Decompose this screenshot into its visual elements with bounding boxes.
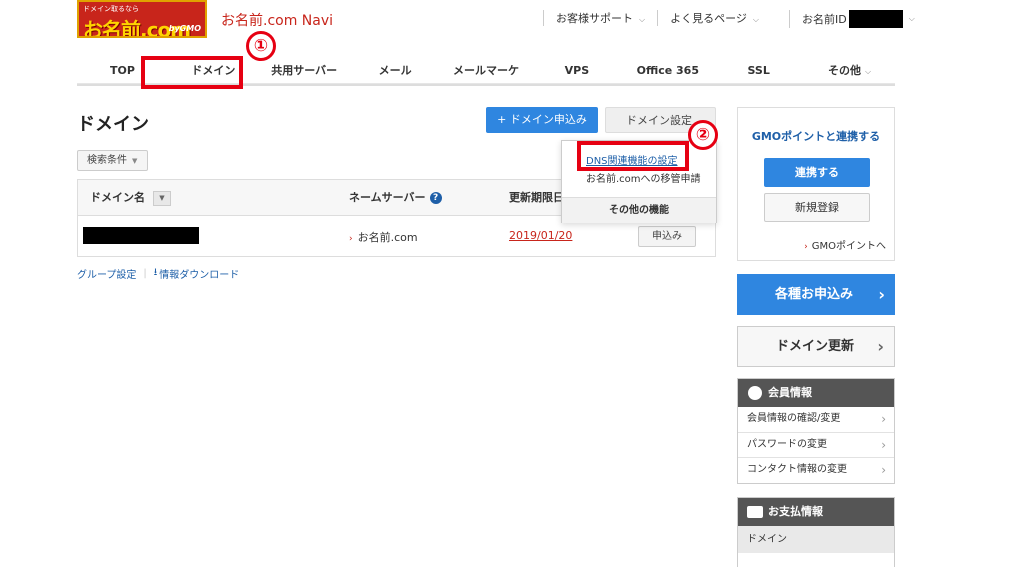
payment-domain-section[interactable]: ドメイン [738, 526, 894, 553]
chevron-right-icon: › [878, 285, 885, 304]
member-info-edit-link[interactable]: 会員情報の確認/変更 › [738, 407, 894, 432]
redacted-user-id [848, 10, 903, 28]
nav-shared-server[interactable]: 共用サーバー [258, 60, 350, 84]
domain-renew-button[interactable]: ドメイン更新 › [737, 326, 895, 367]
new-register-button[interactable]: 新規登録 [764, 193, 870, 222]
nameserver-link[interactable]: › お名前.com [349, 229, 418, 245]
chevron-down-icon: ⌵ [752, 15, 759, 24]
sort-dropdown-icon[interactable]: ▼ [153, 190, 171, 206]
help-icon[interactable]: ? [429, 192, 442, 204]
site-logo[interactable]: ドメイン取るなら お名前.com byGMO [77, 0, 207, 38]
user-icon [748, 386, 762, 400]
support-link[interactable]: お客様サポート ⌵ [543, 10, 657, 26]
nav-vps[interactable]: VPS [531, 60, 623, 84]
chevron-right-icon: › [877, 337, 884, 356]
nav-mail-marketing[interactable]: メールマーケ [440, 60, 532, 84]
member-info-header: 会員情報 [738, 379, 894, 407]
password-change-link[interactable]: パスワードの変更 › [738, 432, 894, 457]
other-functions-menu-item[interactable]: その他の機能 [562, 197, 716, 223]
nav-mail[interactable]: メール [349, 60, 441, 84]
payment-info-header: お支払情報 [738, 498, 894, 526]
chevron-right-icon: › [804, 242, 808, 252]
highlight-box-dns-settings [577, 141, 689, 171]
download-info-link[interactable]: 情報ダウンロード [159, 266, 239, 281]
col-nameserver-header: ネームサーバー? [349, 180, 442, 216]
download-icon: ⭳ [153, 267, 158, 278]
col-expiry-header: 更新期限日 [509, 191, 564, 204]
gmo-points-link[interactable]: › GMOポイントへ [804, 237, 886, 252]
payment-info-panel: お支払情報 ドメイン [737, 497, 895, 567]
redacted-domain-name [83, 227, 199, 244]
gmo-points-title: GMOポイントと連携する [751, 130, 881, 143]
chevron-down-icon: ⌵ [865, 67, 872, 76]
credit-card-icon [747, 506, 763, 518]
nav-ssl[interactable]: SSL [713, 60, 805, 84]
logo-gmo: byGMO [168, 24, 201, 33]
chevron-right-icon: › [349, 234, 353, 244]
nav-office365[interactable]: Office 365 [622, 60, 714, 84]
chevron-down-icon: ⌵ [639, 15, 646, 24]
step-marker-1: ① [246, 31, 276, 61]
table-footer-links: グループ設定 | ⭳ 情報ダウンロード [77, 265, 239, 282]
transfer-request-menu-item[interactable]: お名前.comへの移管申請 [586, 170, 701, 185]
chevron-right-icon: › [881, 463, 886, 477]
page-title: ドメイン [77, 114, 149, 135]
contact-change-link[interactable]: コンタクト情報の変更 › [738, 457, 894, 482]
chevron-right-icon: › [881, 412, 886, 426]
frequent-pages-link[interactable]: よく見るページ ⌵ [657, 10, 771, 26]
top-links: お客様サポート ⌵ よく見るページ ⌵ [543, 10, 771, 26]
chevron-down-icon: ⌵ [908, 14, 915, 23]
search-filter-button[interactable]: 検索条件 ▼ [77, 150, 148, 171]
renew-apply-button[interactable]: 申込み [638, 226, 696, 247]
user-menu[interactable]: お名前ID ⌵ [789, 10, 915, 28]
member-info-panel: 会員情報 会員情報の確認/変更 › パスワードの変更 › コンタクト情報の変更 › [737, 378, 895, 484]
expiry-date[interactable]: 2019/01/20 [509, 229, 572, 242]
site-title: お名前.com Navi [221, 13, 334, 29]
nav-other[interactable]: その他 ⌵ [804, 60, 896, 84]
link-account-button[interactable]: 連携する [764, 158, 870, 187]
highlight-box-domain-nav [141, 56, 243, 89]
domain-apply-button[interactable]: + ドメイン申込み [486, 107, 598, 133]
apply-various-button[interactable]: 各種お申込み › [737, 274, 895, 315]
group-settings-link[interactable]: グループ設定 [77, 266, 136, 281]
chevron-down-icon: ▼ [132, 157, 138, 165]
gmo-points-panel: GMOポイントと連携する 連携する 新規登録 › GMOポイントへ [737, 107, 895, 261]
logo-tagline: ドメイン取るなら [83, 5, 139, 13]
chevron-right-icon: › [881, 438, 886, 452]
col-domain-header: ドメイン名 ▼ [90, 180, 171, 216]
user-id-label: お名前ID [802, 13, 847, 26]
divider: | [143, 268, 147, 279]
step-marker-2: ② [688, 120, 718, 150]
